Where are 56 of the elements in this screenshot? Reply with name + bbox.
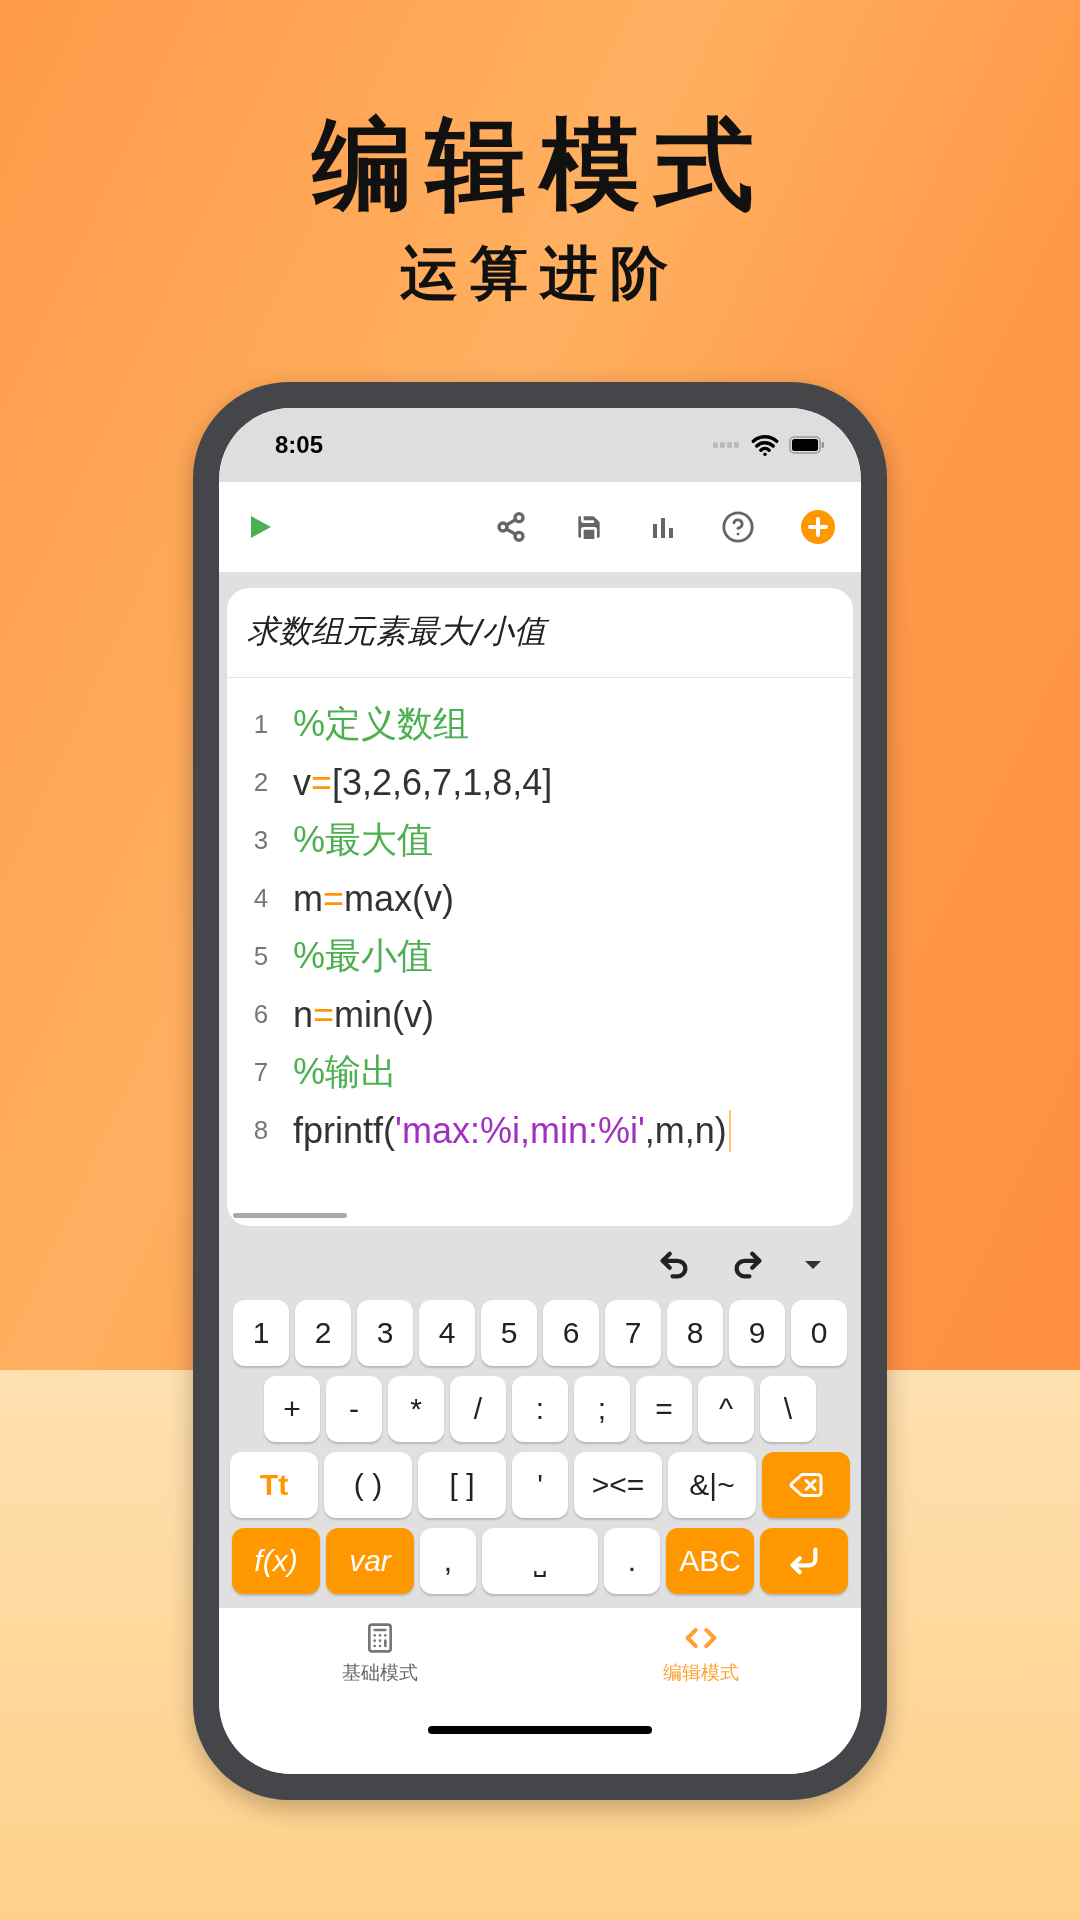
code-line: %最大值 <box>293 818 434 863</box>
keyboard-key[interactable]: 6 <box>543 1299 599 1366</box>
share-icon[interactable] <box>495 510 527 543</box>
keyboard-key[interactable]: [ ] <box>418 1451 506 1518</box>
signal-icon <box>713 441 741 448</box>
line-number: 7 <box>252 1057 270 1089</box>
line-number: 4 <box>252 883 270 915</box>
keyboard-key[interactable]: 1 <box>233 1299 289 1366</box>
status-time: 8:05 <box>275 430 324 459</box>
line-number: 8 <box>252 1115 270 1147</box>
keyboard-key[interactable]: + <box>264 1375 320 1442</box>
keyboard-key[interactable]: ' <box>512 1451 568 1518</box>
play-icon[interactable] <box>251 515 271 538</box>
code-line: %定义数组 <box>293 702 470 747</box>
line-number: 1 <box>252 709 270 741</box>
script-title: 求数组元素最大/小值 <box>227 587 853 678</box>
keyboard-key[interactable]: &|~ <box>668 1451 756 1518</box>
caret-icon[interactable] <box>805 1260 821 1269</box>
keyboard-key[interactable]: 3 <box>357 1299 413 1366</box>
code-editor[interactable]: 求数组元素最大/小值 1 %定义数组 2 v=[3,2,6,7,1,8,4] 3 %最大值 4 m=max(v) 5 %最小值 6 n=min(v) 7 %输出 8 fprintf('max:%i,min:%i',m,n) <box>227 587 853 1226</box>
line-number: 2 <box>252 767 270 799</box>
battery-icon <box>789 435 825 454</box>
bar-chart-icon[interactable] <box>651 515 675 538</box>
keyboard-key[interactable]: * <box>388 1375 444 1442</box>
keyboard-key[interactable]: . <box>604 1527 660 1594</box>
code-line: v=[3,2,6,7,1,8,4] <box>293 761 554 804</box>
help-icon[interactable] <box>721 509 755 544</box>
code-line: fprintf('max:%i,min:%i',m,n) <box>293 1109 731 1152</box>
keyboard-key[interactable]: ( ) <box>324 1451 412 1518</box>
keyboard-key[interactable]: 5 <box>481 1299 537 1366</box>
line-number: 6 <box>252 999 270 1031</box>
keyboard-key[interactable]: 9 <box>729 1299 785 1366</box>
keyboard-key[interactable]: 2 <box>295 1299 351 1366</box>
code-line: %输出 <box>293 1050 398 1095</box>
code-line: n=min(v) <box>293 993 436 1036</box>
code-line: m=max(v) <box>293 877 456 920</box>
keyboard-key[interactable]: = <box>636 1375 692 1442</box>
keyboard-key[interactable]: ^ <box>698 1375 754 1442</box>
line-number: 5 <box>252 941 270 973</box>
keyboard-key[interactable]: / <box>450 1375 506 1442</box>
keyboard-key[interactable]: ; <box>574 1375 630 1442</box>
keyboard-key[interactable]: - <box>326 1375 382 1442</box>
mode-tab[interactable]: 基础模式 <box>219 1621 540 1686</box>
keyboard-key[interactable]: , <box>420 1527 476 1594</box>
keyboard-key[interactable]: 7 <box>605 1299 661 1366</box>
keyboard-key[interactable]: ⎵ <box>482 1527 598 1594</box>
line-number: 3 <box>252 825 270 857</box>
keyboard-key[interactable]: 0 <box>791 1299 847 1366</box>
keyboard-key[interactable]: \ <box>760 1375 816 1442</box>
keyboard-key[interactable]: 8 <box>667 1299 723 1366</box>
keyboard-key[interactable]: 4 <box>419 1299 475 1366</box>
keyboard-key[interactable]: ><= <box>574 1451 662 1518</box>
keyboard-key[interactable]: : <box>512 1375 568 1442</box>
subheadline: 运算进阶 <box>400 242 680 306</box>
code-line: %最小值 <box>293 934 434 979</box>
headline: 编辑模式 <box>312 110 768 220</box>
